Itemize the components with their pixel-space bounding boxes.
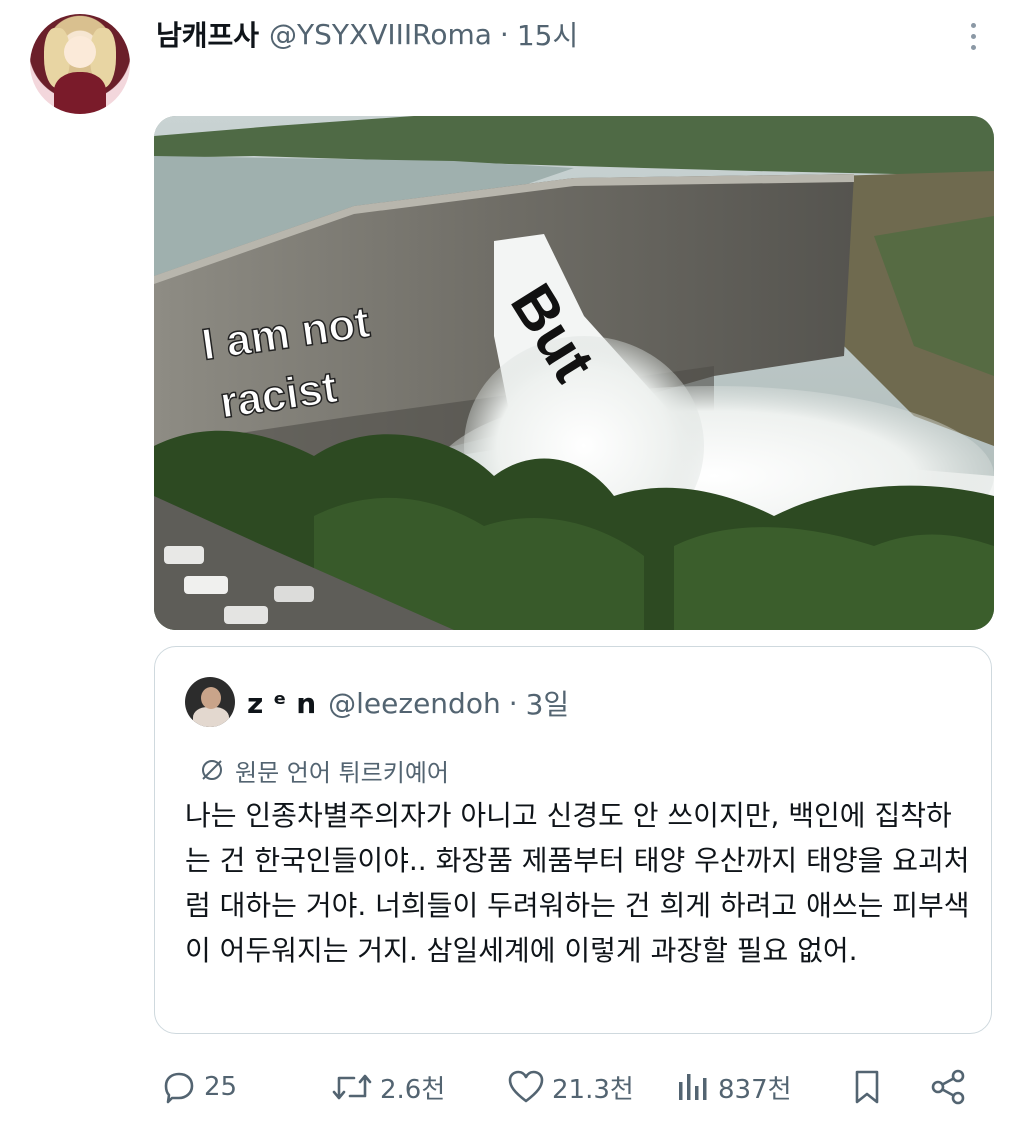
quoted-separator-dot: · (508, 686, 518, 720)
tweet-media-image[interactable]: I am not racist But (154, 116, 994, 630)
author-display-name[interactable]: 남캐프사 (156, 14, 259, 54)
author-avatar[interactable] (30, 14, 130, 114)
like-button[interactable]: 21.3천 (506, 1062, 634, 1112)
quoted-tweet-header: z ᵉ n @leezendoh · 3일 (247, 683, 569, 723)
bookmark-icon (855, 1070, 879, 1104)
quoted-timestamp[interactable]: 3일 (526, 683, 570, 723)
dam-meme-illustration: I am not racist But (154, 116, 994, 630)
retweet-count: 2.6천 (380, 1074, 446, 1105)
translate-notice[interactable]: 원문 언어 튀르키예어 (199, 753, 449, 787)
quoted-handle[interactable]: @leezendoh (328, 687, 501, 720)
quoted-tweet[interactable]: z ᵉ n @leezendoh · 3일 원문 언어 튀르키예어 나는 인종차… (154, 646, 992, 1034)
quoted-avatar-face (201, 687, 221, 709)
tweet-timestamp[interactable]: 15시 (517, 14, 578, 54)
separator-dot: · (499, 17, 509, 51)
retweet-button[interactable]: 2.6천 (330, 1062, 445, 1112)
share-icon (931, 1069, 965, 1105)
author-handle[interactable]: @YSYXVIIIRoma (269, 18, 492, 51)
avatar-dress (54, 72, 106, 114)
tweet-header: 남캐프사 @YSYXVIIIRoma · 15시 (156, 14, 578, 54)
quoted-tweet-text: 나는 인종차별주의자가 아니고 신경도 안 쓰이지만, 백인에 집착하는 건 한… (185, 799, 970, 967)
analytics-icon (679, 1074, 707, 1100)
like-count: 21.3천 (552, 1074, 634, 1105)
share-button[interactable] (928, 1062, 974, 1112)
avatar-face (64, 36, 96, 68)
view-count: 837천 (718, 1074, 792, 1105)
more-options-icon[interactable] (960, 16, 986, 56)
views-button[interactable]: 837천 (674, 1062, 792, 1112)
quoted-display-name[interactable]: z ᵉ n (247, 687, 316, 720)
retweet-icon (332, 1074, 372, 1100)
bookmark-button[interactable] (848, 1062, 892, 1112)
translate-label: 원문 언어 튀르키예어 (235, 758, 449, 787)
quoted-author-avatar[interactable] (185, 677, 235, 727)
tweet-actions-bar: 25 2.6천 21.3천 837천 (160, 1062, 980, 1112)
heart-icon (508, 1070, 544, 1103)
reply-button[interactable]: 25 (160, 1062, 237, 1112)
quoted-avatar-body (193, 707, 229, 727)
translate-icon (202, 760, 222, 780)
reply-count: 25 (204, 1072, 238, 1102)
reply-icon (164, 1072, 194, 1104)
